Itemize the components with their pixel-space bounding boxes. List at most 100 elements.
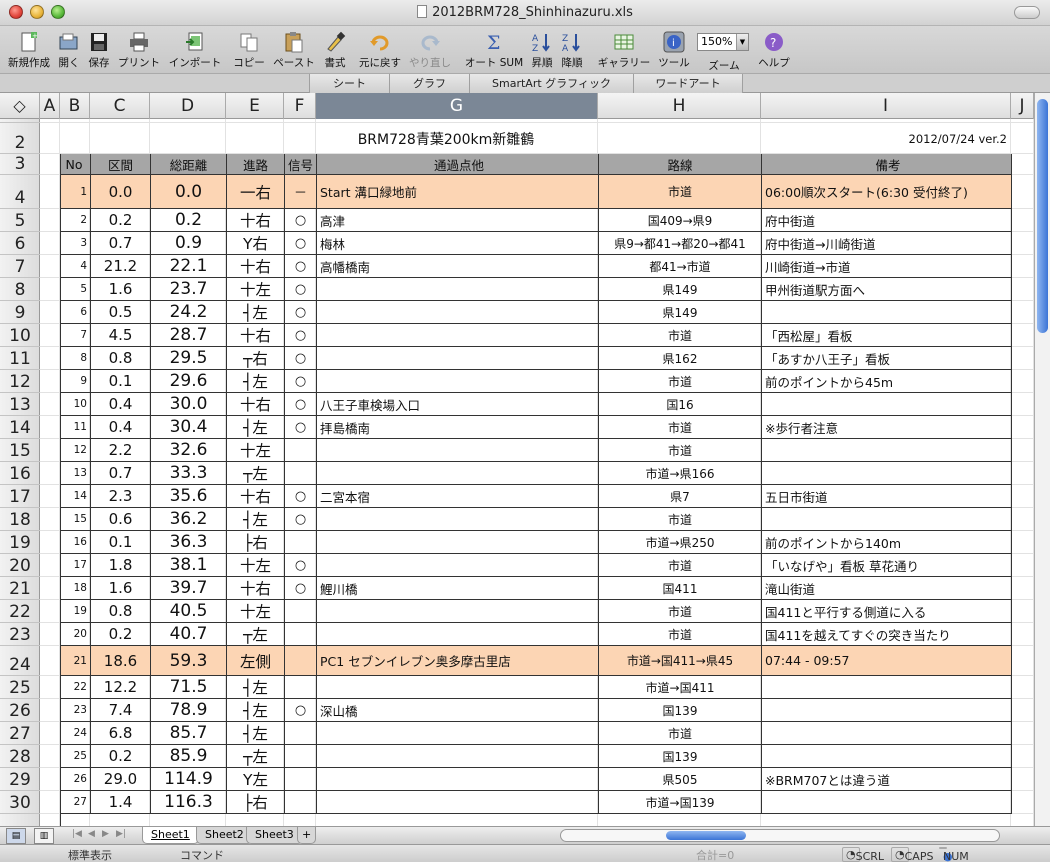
row-header-28[interactable]: 28: [0, 745, 40, 768]
cell-signal[interactable]: [285, 600, 317, 623]
cell-no[interactable]: 18: [61, 577, 91, 600]
cell-dir[interactable]: ┬右: [227, 347, 285, 370]
row-header-16[interactable]: 16: [0, 462, 40, 485]
help-button[interactable]: ? ヘルプ: [756, 28, 792, 72]
cell-area[interactable]: BRM728青葉200km新雛鶴 2012/07/24 ver.2 No 区間 総距離 進…: [40, 119, 1034, 826]
cell-no[interactable]: 3: [61, 232, 91, 255]
cell-route[interactable]: 市道: [599, 324, 762, 347]
row-header-4[interactable]: 4: [0, 175, 40, 209]
cell-point[interactable]: [317, 768, 599, 791]
cell-no[interactable]: 11: [61, 416, 91, 439]
autosum-button[interactable]: Σ オート SUM: [462, 28, 526, 72]
prev-sheet-icon[interactable]: ◀: [88, 829, 95, 839]
cell-note[interactable]: [762, 722, 1012, 745]
cell-route[interactable]: 市道: [599, 600, 762, 623]
cell-dir[interactable]: 一右: [227, 175, 285, 209]
cell-note[interactable]: 川崎街道→市道: [762, 255, 1012, 278]
row-header-27[interactable]: 27: [0, 722, 40, 745]
cell-dir[interactable]: ┤左: [227, 370, 285, 393]
cell-point[interactable]: [317, 347, 599, 370]
cell-total[interactable]: 0.0: [151, 175, 227, 209]
cell-note[interactable]: 五日市街道: [762, 485, 1012, 508]
cell-signal[interactable]: ○: [285, 232, 317, 255]
cell-signal[interactable]: [285, 791, 317, 814]
cell-total[interactable]: 40.5: [151, 600, 227, 623]
cell-no[interactable]: 16: [61, 531, 91, 554]
cell-note[interactable]: 前のポイントから140m: [762, 531, 1012, 554]
cell-point[interactable]: 高幡橋南: [317, 255, 599, 278]
cell-section[interactable]: 0.0: [91, 175, 151, 209]
row-header-20[interactable]: 20: [0, 554, 40, 577]
last-sheet-icon[interactable]: ▶|: [116, 829, 126, 839]
cell-note[interactable]: 府中街道→川崎街道: [762, 232, 1012, 255]
cell-point[interactable]: [317, 301, 599, 324]
cell-signal[interactable]: ○: [285, 508, 317, 531]
cell-dir[interactable]: 十左: [227, 278, 285, 301]
cell-dir[interactable]: 十右: [227, 209, 285, 232]
cell-total[interactable]: 22.1: [151, 255, 227, 278]
cell-point[interactable]: [317, 531, 599, 554]
cell-section[interactable]: 0.5: [91, 301, 151, 324]
cell-signal[interactable]: ○: [285, 416, 317, 439]
cell-total[interactable]: 38.1: [151, 554, 227, 577]
horizontal-scroll-thumb[interactable]: [666, 831, 746, 840]
cell-point[interactable]: [317, 324, 599, 347]
row-header-10[interactable]: 10: [0, 324, 40, 347]
cell-point[interactable]: [317, 722, 599, 745]
cell-route[interactable]: 市道: [599, 722, 762, 745]
cell-section[interactable]: 0.8: [91, 347, 151, 370]
cell-signal[interactable]: ○: [285, 255, 317, 278]
tab-chart[interactable]: グラフ: [389, 74, 469, 93]
cell-note[interactable]: [762, 439, 1012, 462]
row-header-6[interactable]: 6: [0, 232, 40, 255]
cell-section[interactable]: 0.8: [91, 600, 151, 623]
row-header-21[interactable]: 21: [0, 577, 40, 600]
cell-point[interactable]: Start 溝口緑地前: [317, 175, 599, 209]
cell-total[interactable]: 32.6: [151, 439, 227, 462]
tab-smartart[interactable]: SmartArt グラフィック: [469, 74, 633, 93]
row-header-9[interactable]: 9: [0, 301, 40, 324]
cell-dir[interactable]: 十右: [227, 577, 285, 600]
column-header-b[interactable]: B: [60, 93, 90, 119]
cell-signal[interactable]: [285, 745, 317, 768]
format-painter-button[interactable]: 書式: [320, 28, 350, 72]
cell-point[interactable]: 拝島橋南: [317, 416, 599, 439]
cell-note[interactable]: 前のポイントから45m: [762, 370, 1012, 393]
vertical-scroll-thumb[interactable]: [1037, 99, 1048, 333]
cell-no[interactable]: 1: [61, 175, 91, 209]
cell-no[interactable]: 4: [61, 255, 91, 278]
cell-signal[interactable]: ○: [285, 699, 317, 722]
cell-note[interactable]: 07:44 - 09:57: [762, 646, 1012, 676]
cell-signal[interactable]: [285, 768, 317, 791]
cell-no[interactable]: 19: [61, 600, 91, 623]
cell-total[interactable]: 116.3: [151, 791, 227, 814]
cell-point[interactable]: PC1 セブンイレブン奥多摩古里店: [317, 646, 599, 676]
cell-route[interactable]: 市道: [599, 508, 762, 531]
row-header-3[interactable]: 3: [0, 154, 40, 175]
cell-point[interactable]: [317, 508, 599, 531]
cell-total[interactable]: 85.7: [151, 722, 227, 745]
cell-dir[interactable]: 十右: [227, 485, 285, 508]
cell-dir[interactable]: 十右: [227, 393, 285, 416]
cell-note[interactable]: [762, 301, 1012, 324]
row-header-24[interactable]: 24: [0, 646, 40, 676]
cell-point[interactable]: [317, 623, 599, 646]
cell-route[interactable]: 市道→県250: [599, 531, 762, 554]
cell-no[interactable]: 17: [61, 554, 91, 577]
cell-total[interactable]: 29.6: [151, 370, 227, 393]
cell-note[interactable]: [762, 745, 1012, 768]
select-all-corner[interactable]: ◇: [0, 93, 40, 119]
column-header-f[interactable]: F: [284, 93, 316, 119]
cell-dir[interactable]: 十右: [227, 255, 285, 278]
cell-no[interactable]: 8: [61, 347, 91, 370]
cell-no[interactable]: 23: [61, 699, 91, 722]
row-header-2[interactable]: 2: [0, 123, 40, 154]
column-header-e[interactable]: E: [226, 93, 284, 119]
cell-point[interactable]: [317, 600, 599, 623]
tab-sheet[interactable]: シート: [309, 74, 389, 93]
cell-note[interactable]: 「西松屋」看板: [762, 324, 1012, 347]
cell-note[interactable]: 府中街道: [762, 209, 1012, 232]
cell-signal[interactable]: ○: [285, 324, 317, 347]
cell-section[interactable]: 1.6: [91, 577, 151, 600]
cell-route[interactable]: 国16: [599, 393, 762, 416]
